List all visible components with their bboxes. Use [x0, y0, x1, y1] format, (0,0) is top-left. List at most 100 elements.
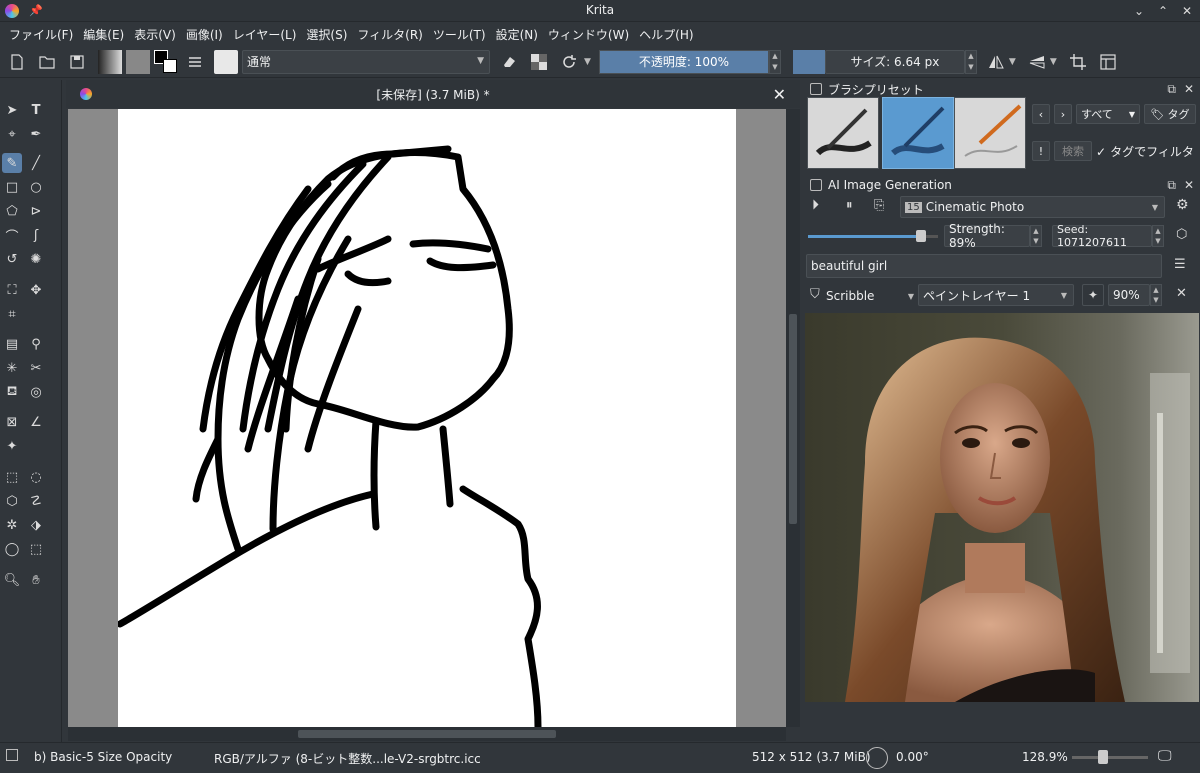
tag-filter-select[interactable]: すべて ▼: [1076, 104, 1140, 124]
close-icon[interactable]: ✕: [1184, 82, 1194, 97]
wrap-around-icon[interactable]: [1065, 49, 1091, 75]
brush-preset-icon[interactable]: [214, 49, 238, 74]
gradient-swatch[interactable]: [98, 49, 122, 74]
color-selector[interactable]: [154, 49, 178, 74]
multibrush-icon[interactable]: ✺: [26, 249, 46, 269]
search-toggle-icon[interactable]: !: [1032, 141, 1050, 161]
filter-by-tag-checkbox[interactable]: ✓ タグでフィルタ: [1096, 143, 1194, 160]
freehand-select-icon[interactable]: ☡: [26, 491, 46, 511]
seed-field[interactable]: Seed: 1071207611: [1052, 223, 1152, 249]
settings-gear-icon[interactable]: ⚙: [1176, 197, 1189, 213]
size-spin[interactable]: ▲ ▼: [964, 49, 977, 74]
line-tool-icon[interactable]: ╱: [26, 153, 46, 173]
generated-image-preview[interactable]: [805, 313, 1199, 702]
bezier-tool-icon[interactable]: ⌒: [2, 225, 22, 245]
vertical-scrollbar[interactable]: [786, 109, 800, 727]
menu-settings[interactable]: 設定(N): [491, 26, 543, 43]
close-window-button[interactable]: ✕: [1178, 2, 1196, 20]
horizontal-scrollbar[interactable]: [68, 727, 786, 741]
alpha-lock-icon[interactable]: [526, 49, 552, 75]
rectangle-tool-icon[interactable]: □: [2, 177, 22, 197]
ellipse-select-icon[interactable]: ◌: [26, 467, 46, 487]
opacity-slider[interactable]: 不透明度: 100%: [598, 49, 769, 74]
apply-to-layer-icon[interactable]: ⎘: [874, 198, 884, 213]
polygon-tool-icon[interactable]: ⬠: [2, 201, 22, 221]
smart-patch-icon[interactable]: ✳: [2, 358, 22, 378]
mirror-vertical-icon[interactable]: [1024, 49, 1050, 75]
reload-preset-icon[interactable]: [556, 49, 582, 75]
mirror-horizontal-icon[interactable]: [983, 49, 1009, 75]
calligraphy-icon[interactable]: ✒: [26, 124, 46, 144]
menu-select[interactable]: 選択(S): [301, 26, 352, 43]
next-tag-icon[interactable]: ›: [1054, 104, 1072, 124]
menu-window[interactable]: ウィンドウ(W): [543, 26, 634, 43]
layers-icon[interactable]: ☰: [1174, 257, 1186, 272]
pan-tool-icon[interactable]: ✋︎: [26, 570, 46, 590]
menu-image[interactable]: 画像(I): [181, 26, 228, 43]
generate-play-icon[interactable]: ⏵: [812, 197, 834, 219]
assistant-tool-icon[interactable]: ✂: [26, 358, 46, 378]
opacity-spin[interactable]: ▲ ▼: [768, 49, 781, 74]
slider-handle[interactable]: [916, 230, 926, 242]
freehand-brush-icon[interactable]: ✎: [2, 153, 22, 173]
menu-filter[interactable]: フィルタ(R): [352, 26, 427, 43]
pause-icon[interactable]: ⏸: [846, 198, 853, 213]
bezier-select-icon[interactable]: ◯: [2, 539, 22, 559]
menu-layer[interactable]: レイヤー(L): [228, 26, 302, 43]
chevron-down-icon[interactable]: ▼: [584, 57, 591, 67]
remove-control-icon[interactable]: ✕: [1176, 286, 1187, 301]
chevron-down-icon[interactable]: ▼: [1050, 57, 1057, 67]
similar-select-icon[interactable]: ⬗: [26, 515, 46, 535]
minimize-button[interactable]: ⌄: [1130, 2, 1148, 20]
monitor-icon[interactable]: 🖵︎: [1158, 748, 1172, 764]
tag-button[interactable]: 🏷︎ タグ: [1144, 104, 1196, 124]
brush-preset-ink[interactable]: [807, 97, 879, 169]
drawing-canvas[interactable]: [116, 109, 736, 727]
new-document-icon[interactable]: [4, 49, 30, 75]
maximize-button[interactable]: ⌃: [1154, 2, 1172, 20]
edit-shapes-icon[interactable]: ⌖: [2, 124, 22, 144]
canvas-viewport[interactable]: [68, 109, 786, 727]
close-document-icon[interactable]: ✕: [773, 85, 786, 104]
brush-preset-pencil[interactable]: [954, 97, 1026, 169]
size-slider[interactable]: サイズ: 6.64 px: [824, 49, 965, 74]
brush-preset-selected[interactable]: [882, 97, 954, 169]
lock-icon[interactable]: [810, 83, 822, 95]
scroll-thumb[interactable]: [298, 730, 556, 738]
color-picker-icon[interactable]: ⚲: [26, 334, 46, 354]
contiguous-select-icon[interactable]: ✲: [2, 515, 22, 535]
menu-tools[interactable]: ツール(T): [428, 26, 491, 43]
previous-tag-icon[interactable]: ‹: [1032, 104, 1050, 124]
polygon-select-icon[interactable]: ⬡: [2, 491, 22, 511]
canvas-only-icon[interactable]: [1095, 49, 1121, 75]
control-settings-icon[interactable]: ✦: [1082, 284, 1104, 306]
style-select[interactable]: 15 Cinematic Photo ▼: [900, 196, 1165, 218]
strength-slider[interactable]: [808, 226, 938, 246]
brush-settings-icon[interactable]: [182, 49, 208, 75]
menu-help[interactable]: ヘルプ(H): [634, 26, 698, 43]
transform-tool-icon[interactable]: ⛶: [2, 280, 22, 300]
move-tool-icon[interactable]: ✥: [26, 280, 46, 300]
assistant-icon[interactable]: ⊠: [2, 412, 22, 432]
menu-file[interactable]: ファイル(F): [4, 26, 78, 43]
text-tool-icon[interactable]: T: [26, 100, 46, 120]
control-strength-field[interactable]: 90%: [1108, 284, 1150, 306]
close-icon[interactable]: ✕: [1184, 178, 1194, 193]
float-icon[interactable]: ⧉: [1167, 82, 1176, 97]
seed-spin[interactable]: ▲ ▼: [1152, 225, 1164, 247]
open-folder-icon[interactable]: [34, 49, 60, 75]
freehand-path-icon[interactable]: ʃ: [26, 225, 46, 245]
prompt-input[interactable]: beautiful girl: [806, 254, 1162, 278]
menu-edit[interactable]: 編集(E): [78, 26, 129, 43]
scroll-thumb[interactable]: [789, 314, 797, 524]
reference-tool-icon[interactable]: ✦: [2, 436, 22, 456]
magnetic-select-icon[interactable]: ⬚: [26, 539, 46, 559]
fill-tool-icon[interactable]: ⛾: [2, 382, 22, 402]
size-slider-fill[interactable]: [792, 49, 825, 74]
zoom-slider[interactable]: [1072, 756, 1148, 759]
control-layer-select[interactable]: ペイントレイヤー 1 ▼: [918, 284, 1074, 306]
measure-tool-icon[interactable]: ∠: [26, 412, 46, 432]
crop-tool-icon[interactable]: ⌗: [2, 304, 22, 324]
strength-spin[interactable]: ▲ ▼: [1030, 225, 1042, 247]
preset-search-input[interactable]: 検索: [1054, 141, 1092, 161]
